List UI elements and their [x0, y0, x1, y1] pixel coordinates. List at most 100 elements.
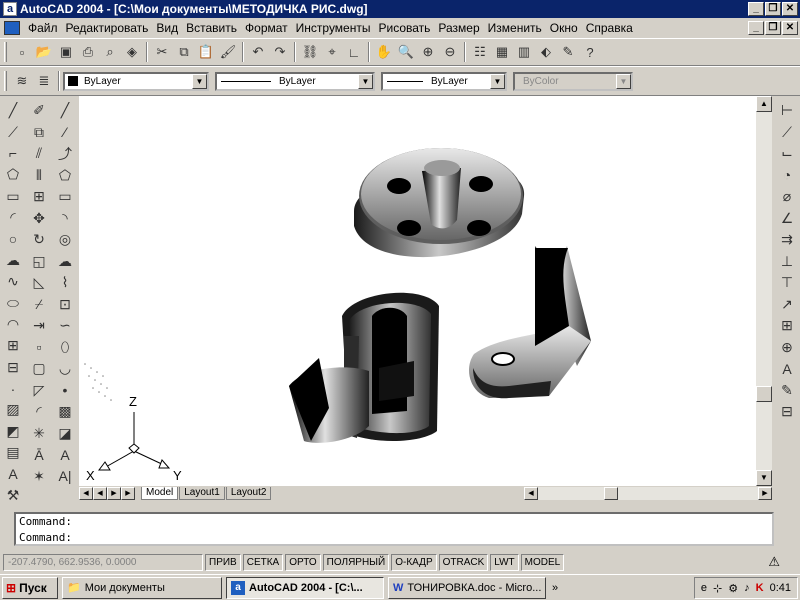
point-icon[interactable]: • — [54, 380, 76, 402]
baseline-dimension-icon[interactable]: ⊥ — [776, 251, 798, 273]
ortho-toggle[interactable]: ОРТО — [285, 553, 321, 571]
angular-dimension-icon[interactable]: ∠ — [776, 208, 798, 230]
markup-icon[interactable]: ✎ — [557, 41, 579, 63]
point-icon[interactable]: · — [2, 378, 24, 399]
menu-dimension[interactable]: Размер — [434, 21, 483, 35]
rectangle-icon[interactable]: ▭ — [2, 186, 24, 207]
plot-icon[interactable]: ⎙ — [77, 41, 99, 63]
pline-icon[interactable]: ⤴ — [54, 143, 76, 165]
continue-dimension-icon[interactable]: ⊤ — [776, 272, 798, 294]
toolbar-grip[interactable] — [4, 71, 7, 91]
polygon-icon[interactable]: ⬠ — [2, 164, 24, 185]
help-icon[interactable]: ? — [579, 41, 601, 63]
paste-icon[interactable]: 📋 — [195, 41, 217, 63]
bracket-part[interactable] — [469, 246, 591, 399]
diameter-dimension-icon[interactable]: ⌀ — [776, 186, 798, 208]
horizontal-scrollbar[interactable]: ◀ ▶ — [524, 487, 772, 500]
attribute-icon[interactable]: Ā — [28, 444, 50, 466]
dbconnect-icon[interactable]: ⬖ — [535, 41, 557, 63]
scroll-up-icon[interactable]: ▲ — [756, 96, 772, 112]
ellipse-icon[interactable]: ⬯ — [54, 337, 76, 359]
explode-star-icon[interactable]: ✶ — [28, 466, 50, 488]
zoom-previous-icon[interactable]: ⊖ — [439, 41, 461, 63]
menu-insert[interactable]: Вставить — [182, 21, 241, 35]
warning-icon[interactable]: ⚠ — [768, 554, 780, 570]
close-button[interactable]: ✕ — [782, 2, 798, 16]
tab-next-icon[interactable]: ▶ — [107, 487, 121, 500]
xline-icon[interactable]: ⁄ — [54, 122, 76, 144]
ie-icon[interactable]: e — [701, 582, 707, 594]
antivirus-icon[interactable]: ⚙ — [728, 582, 738, 595]
aligned-dimension-icon[interactable]: ⟋ — [776, 122, 798, 144]
autocad-app-icon[interactable]: a — [3, 2, 17, 16]
undo-icon[interactable]: ↶ — [247, 41, 269, 63]
osnap-toggle[interactable]: О-КАДР — [391, 553, 437, 571]
drawing-canvas[interactable]: Z X Y — [79, 96, 756, 486]
start-button[interactable]: ⊞ Пуск — [2, 576, 58, 599]
linetype-select[interactable]: ByLayer ▼ — [215, 71, 375, 91]
ellipse-arc-icon[interactable]: ◠ — [2, 314, 24, 335]
model-toggle[interactable]: MODEL — [520, 553, 565, 571]
new-file-icon[interactable]: ▫ — [11, 41, 33, 63]
bushing-part[interactable] — [289, 292, 439, 443]
grid-toggle[interactable]: СЕТКА — [242, 553, 284, 571]
document-icon[interactable] — [4, 21, 20, 35]
layer-previous-icon[interactable]: ≣ — [33, 70, 55, 92]
zoom-realtime-icon[interactable]: 🔍 — [395, 41, 417, 63]
chamfer-icon[interactable]: ◸ — [28, 380, 50, 402]
scroll-right-icon[interactable]: ▶ — [758, 487, 772, 500]
gradient-icon[interactable]: ◪ — [54, 423, 76, 445]
clock[interactable]: 0:41 — [770, 582, 791, 594]
break-icon[interactable]: ▫ — [28, 337, 50, 359]
open-file-icon[interactable]: 📂 — [33, 41, 55, 63]
menu-view[interactable]: Вид — [152, 21, 182, 35]
menu-draw[interactable]: Рисовать — [374, 21, 434, 35]
hyperlink-icon[interactable]: ⛓ — [299, 41, 321, 63]
linear-dimension-icon[interactable]: ⊢ — [776, 100, 798, 122]
modify-tool-icon[interactable]: ⚒ — [2, 485, 24, 506]
dimension-text-edit-icon[interactable]: ✎ — [776, 380, 798, 402]
restore-button[interactable]: ❐ — [765, 2, 781, 16]
menu-file[interactable]: Файл — [24, 21, 62, 35]
tool-palettes-icon[interactable]: ▥ — [513, 41, 535, 63]
design-center-icon[interactable]: ▦ — [491, 41, 513, 63]
tab-model[interactable]: Model — [141, 487, 179, 500]
chevron-down-icon[interactable]: ▼ — [358, 73, 373, 89]
stretch-icon[interactable]: ◺ — [28, 272, 50, 294]
tab-last-icon[interactable]: ▶ — [121, 487, 135, 500]
object-snap-icon[interactable]: ⌖ — [321, 41, 343, 63]
dimension-update-icon[interactable]: ⊟ — [776, 401, 798, 423]
center-mark-icon[interactable]: ⊕ — [776, 337, 798, 359]
table-icon[interactable]: ▤ — [2, 442, 24, 463]
chevron-icon[interactable]: » — [552, 582, 558, 594]
polar-toggle[interactable]: ПОЛЯРНЫЙ — [322, 553, 390, 571]
snap-toggle[interactable]: ПРИВ — [205, 553, 241, 571]
menu-window[interactable]: Окно — [546, 21, 582, 35]
erase-icon[interactable]: ✐ — [28, 100, 50, 122]
hatch-icon[interactable]: ▨ — [2, 399, 24, 420]
dimension-edit-icon[interactable]: A — [776, 358, 798, 380]
quick-dimension-icon[interactable]: ⇉ — [776, 229, 798, 251]
leader-icon[interactable]: ↗ — [776, 294, 798, 316]
arc-icon[interactable]: ◝ — [54, 208, 76, 230]
menu-help[interactable]: Справка — [582, 21, 637, 35]
spline-icon[interactable]: ⌇ — [54, 272, 76, 294]
network-icon[interactable]: ⊹ — [713, 582, 722, 595]
task-word-doc[interactable]: W ТОНИРОВКА.doc - Micro... — [388, 576, 546, 599]
save-icon[interactable]: ▣ — [55, 41, 77, 63]
rotate-icon[interactable]: ↻ — [28, 229, 50, 251]
revcloud-icon[interactable]: ☁ — [54, 251, 76, 273]
minimize-button[interactable]: _ — [748, 2, 764, 16]
preview-icon[interactable]: ⌕ — [99, 41, 121, 63]
color-select[interactable]: ByLayer ▼ — [63, 71, 209, 91]
lineweight-select[interactable]: ByLayer ▼ — [381, 71, 507, 91]
offset-icon[interactable]: ⫴ — [28, 165, 50, 187]
scroll-thumb[interactable] — [756, 386, 772, 402]
toolbar-grip[interactable] — [4, 42, 7, 62]
match-properties-icon[interactable]: 🖌 — [217, 41, 239, 63]
tolerance-icon[interactable]: ⊞ — [776, 315, 798, 337]
cut-icon[interactable]: ✂ — [151, 41, 173, 63]
coordinates-display[interactable]: -207.4790, 662.9536, 0.0000 — [3, 553, 203, 571]
line-icon[interactable]: ╱ — [54, 100, 76, 122]
task-my-documents[interactable]: 📁 Мои документы — [62, 576, 222, 599]
